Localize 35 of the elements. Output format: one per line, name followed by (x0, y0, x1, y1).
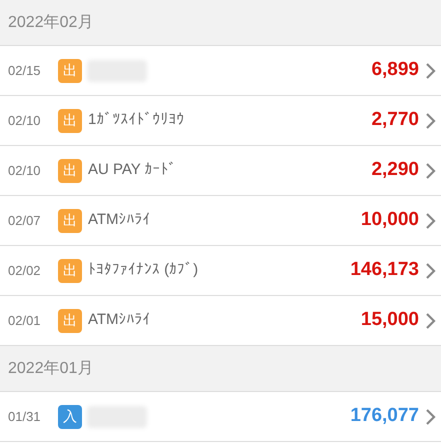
description-text: ATMｼﾊﾗｲ (88, 310, 151, 330)
chevron-right-icon (425, 162, 437, 180)
amount-text: 146,173 (350, 258, 419, 282)
amount-text: 2,290 (371, 158, 419, 182)
type-badge: 出 (58, 158, 82, 182)
date-text: 02/07 (8, 212, 42, 230)
date-text: 02/10 (8, 162, 42, 180)
chevron-right-icon (425, 62, 437, 80)
month-text: 2022年01月 (8, 358, 94, 378)
chevron-right-icon (425, 262, 437, 280)
chevron-right-icon (425, 112, 437, 130)
amount-text: 176,077 (350, 404, 419, 428)
description-text: 1ｶﾞﾂｽｲﾄﾞｳﾘﾖｳ (88, 110, 184, 130)
description-text: AU PAY ｶｰﾄﾞ (88, 160, 177, 180)
type-badge: 出 (58, 58, 82, 82)
date-text: 01/31 (8, 408, 42, 426)
date-text: 02/02 (8, 262, 42, 280)
date-text: 02/10 (8, 112, 42, 130)
month-text: 2022年02月 (8, 12, 94, 32)
chevron-right-icon (425, 212, 437, 230)
type-badge: 出 (58, 208, 82, 232)
chevron-right-icon (425, 312, 437, 330)
amount-text: 2,770 (371, 108, 419, 132)
amount-text: 10,000 (360, 208, 419, 232)
type-badge: 出 (58, 258, 82, 282)
chevron-right-icon (425, 408, 437, 426)
description-text: ﾄﾖﾀﾌｧｲﾅﾝｽ (ｶﾌﾞ) (88, 260, 198, 280)
description-text: ATMｼﾊﾗｲ (88, 210, 151, 230)
type-badge: 出 (58, 108, 82, 132)
date-text: 02/01 (8, 312, 42, 330)
type-badge: 入 (58, 404, 82, 428)
type-badge: 出 (58, 308, 82, 332)
amount-text: 6,899 (371, 58, 419, 82)
amount-text: 15,000 (360, 308, 419, 332)
date-text: 02/15 (8, 62, 42, 80)
